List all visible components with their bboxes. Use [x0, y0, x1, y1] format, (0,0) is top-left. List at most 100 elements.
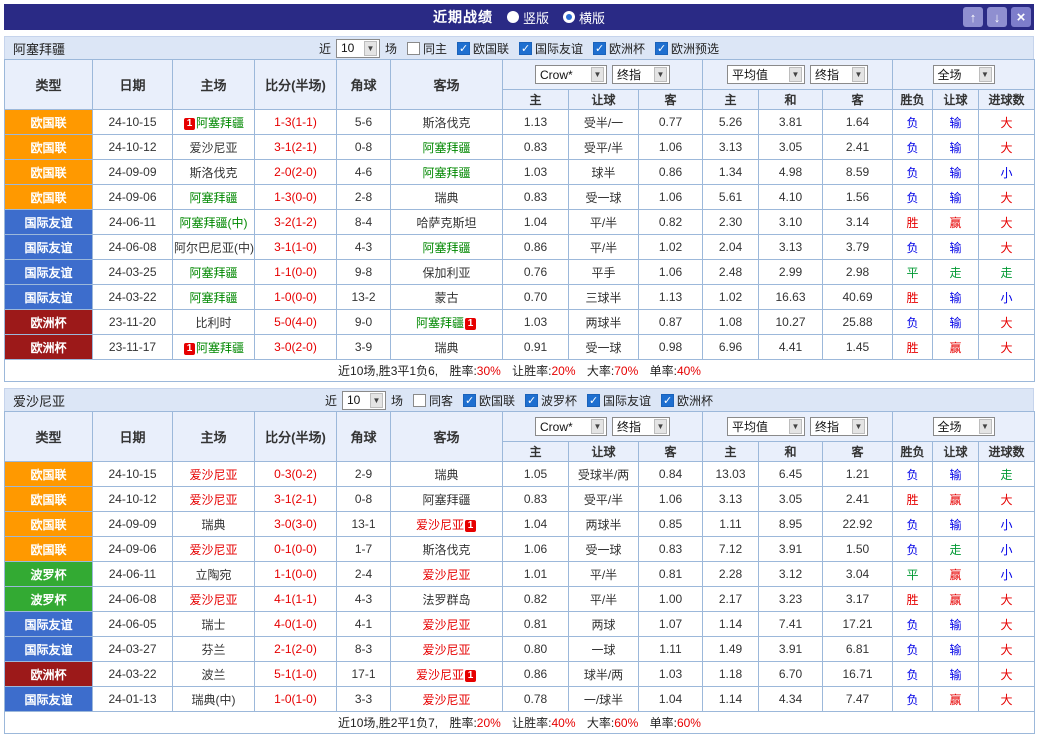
dropdown-arrow-icon: ▼	[370, 393, 383, 408]
avg-draw-odds-cell: 6.70	[759, 662, 823, 687]
near-label: 近	[319, 40, 331, 57]
average-select[interactable]: 平均值▼	[727, 65, 805, 84]
handicap-result-cell: 赢	[933, 487, 979, 512]
checkbox-icon[interactable]	[463, 394, 476, 407]
move-up-button[interactable]: ↑	[963, 7, 983, 27]
match-row: 国际友谊 24-06-11 阿塞拜疆(中) 3-2(1-2) 8-4 哈萨克斯坦…	[5, 210, 1035, 235]
checkbox-icon[interactable]	[457, 42, 470, 55]
radio-icon[interactable]	[563, 11, 575, 23]
home-team-cell: 阿塞拜疆	[173, 185, 255, 210]
checkbox-icon[interactable]	[525, 394, 538, 407]
match-row: 欧洲杯 24-03-22 波兰 5-1(1-0) 17-1 爱沙尼亚1 0.86…	[5, 662, 1035, 687]
filter-option-euro-qualifier[interactable]: 欧洲预选	[655, 40, 719, 57]
checkbox-icon[interactable]	[593, 42, 606, 55]
avg-home-odds-cell: 2.30	[703, 210, 759, 235]
match-row: 国际友谊 24-01-13 瑞典(中) 1-0(1-0) 3-3 爱沙尼亚 0.…	[5, 687, 1035, 712]
away-team-name: 爱沙尼亚	[422, 693, 470, 707]
match-count-select[interactable]: 10▼	[342, 391, 386, 410]
home-team-name: 爱沙尼亚	[189, 468, 237, 482]
away-team-name: 瑞典	[434, 341, 458, 355]
score-cell: 4-1(1-1)	[255, 587, 337, 612]
summary-prefix: 近10场,胜3平1负6,	[338, 364, 438, 378]
home-team-cell: 爱沙尼亚	[173, 462, 255, 487]
odds-time-select[interactable]: 终指▼	[810, 65, 868, 84]
close-icon: ×	[1017, 9, 1026, 26]
layout-radio-vertical[interactable]: 竖版	[507, 8, 549, 27]
col-header-score: 比分(半场)	[255, 412, 337, 462]
filter-option-friendly[interactable]: 国际友谊	[587, 392, 651, 409]
win-loss-result-cell: 胜	[893, 210, 933, 235]
match-row: 欧洲杯 23-11-17 1阿塞拜疆 3-0(2-0) 3-9 瑞典 0.91 …	[5, 335, 1035, 360]
date-cell: 24-09-06	[93, 537, 173, 562]
checkbox-icon[interactable]	[519, 42, 532, 55]
home-team-name: 波兰	[201, 668, 225, 682]
home-team-cell: 1阿塞拜疆	[173, 335, 255, 360]
match-scope-select[interactable]: 全场▼	[933, 65, 995, 84]
odds-time-select[interactable]: 终指▼	[612, 417, 670, 436]
checkbox-icon[interactable]	[413, 394, 426, 407]
checkbox-icon[interactable]	[655, 42, 668, 55]
checkbox-icon[interactable]	[661, 394, 674, 407]
handicap-cell: 平/半	[569, 562, 639, 587]
avg-draw-odds-cell: 3.91	[759, 637, 823, 662]
move-down-button[interactable]: ↓	[987, 7, 1007, 27]
filter-option-label: 同客	[429, 392, 453, 409]
close-button[interactable]: ×	[1011, 7, 1031, 27]
handicap-cell: 两球半	[569, 310, 639, 335]
filter-option-nations-league[interactable]: 欧国联	[457, 40, 509, 57]
sub-header-home-odds: 主	[503, 442, 569, 462]
odds-time-select[interactable]: 终指▼	[810, 417, 868, 436]
summary-stat-label: 胜率:	[449, 716, 476, 730]
win-loss-result-cell: 负	[893, 185, 933, 210]
win-loss-result-cell: 胜	[893, 285, 933, 310]
average-select[interactable]: 平均值▼	[727, 417, 805, 436]
match-row: 欧洲杯 23-11-20 比利时 5-0(4-0) 9-0 阿塞拜疆1 1.03…	[5, 310, 1035, 335]
corners-cell: 4-1	[337, 612, 391, 637]
avg-home-odds-cell: 2.48	[703, 260, 759, 285]
handicap-result-cell: 输	[933, 462, 979, 487]
filter-option-euro[interactable]: 欧洲杯	[661, 392, 713, 409]
radio-icon[interactable]	[507, 11, 519, 23]
sub-header-away-odds: 客	[639, 90, 703, 110]
away-team-cell: 阿塞拜疆	[391, 487, 503, 512]
layout-radio-horizontal[interactable]: 横版	[563, 8, 605, 27]
goals-result-cell: 小	[979, 285, 1035, 310]
date-cell: 23-11-20	[93, 310, 173, 335]
filter-option-same-home[interactable]: 同主	[407, 40, 447, 57]
select-value: 10	[341, 41, 354, 55]
match-scope-select[interactable]: 全场▼	[933, 417, 995, 436]
date-cell: 24-10-12	[93, 135, 173, 160]
handicap-result-cell: 走	[933, 537, 979, 562]
competition-type-cell: 国际友谊	[5, 637, 93, 662]
home-team-name: 瑞士	[201, 618, 225, 632]
home-team-name: 爱沙尼亚	[189, 543, 237, 557]
filter-option-nations-league[interactable]: 欧国联	[463, 392, 515, 409]
checkbox-icon[interactable]	[587, 394, 600, 407]
summary-stat-value: 20%	[552, 364, 576, 378]
home-team-name: 瑞典	[201, 518, 225, 532]
away-odds-cell: 1.02	[639, 235, 703, 260]
sub-header-avg-home: 主	[703, 90, 759, 110]
avg-draw-odds-cell: 3.91	[759, 537, 823, 562]
away-team-name: 瑞典	[434, 191, 458, 205]
filter-option-baltic-cup[interactable]: 波罗杯	[525, 392, 577, 409]
filter-option-same-away[interactable]: 同客	[413, 392, 453, 409]
away-team-name: 斯洛伐克	[422, 543, 470, 557]
home-team-name: 阿塞拜疆	[189, 266, 237, 280]
avg-draw-odds-cell: 4.34	[759, 687, 823, 712]
avg-away-odds-cell: 3.17	[823, 587, 893, 612]
away-team-name: 阿塞拜疆	[422, 166, 470, 180]
checkbox-icon[interactable]	[407, 42, 420, 55]
bookmaker-select[interactable]: Crow*▼	[535, 417, 607, 436]
filter-option-euro[interactable]: 欧洲杯	[593, 40, 645, 57]
match-count-select[interactable]: 10▼	[336, 39, 380, 58]
bookmaker-select[interactable]: Crow*▼	[535, 65, 607, 84]
odds-time-select[interactable]: 终指▼	[612, 65, 670, 84]
filter-option-friendly[interactable]: 国际友谊	[519, 40, 583, 57]
dropdown-arrow-icon: ▼	[654, 67, 667, 82]
home-odds-cell: 0.80	[503, 637, 569, 662]
avg-away-odds-cell: 3.14	[823, 210, 893, 235]
home-team-name: 阿尔巴尼亚(中)	[174, 241, 254, 255]
sub-header-avg-away: 客	[823, 442, 893, 462]
competition-type-cell: 国际友谊	[5, 260, 93, 285]
